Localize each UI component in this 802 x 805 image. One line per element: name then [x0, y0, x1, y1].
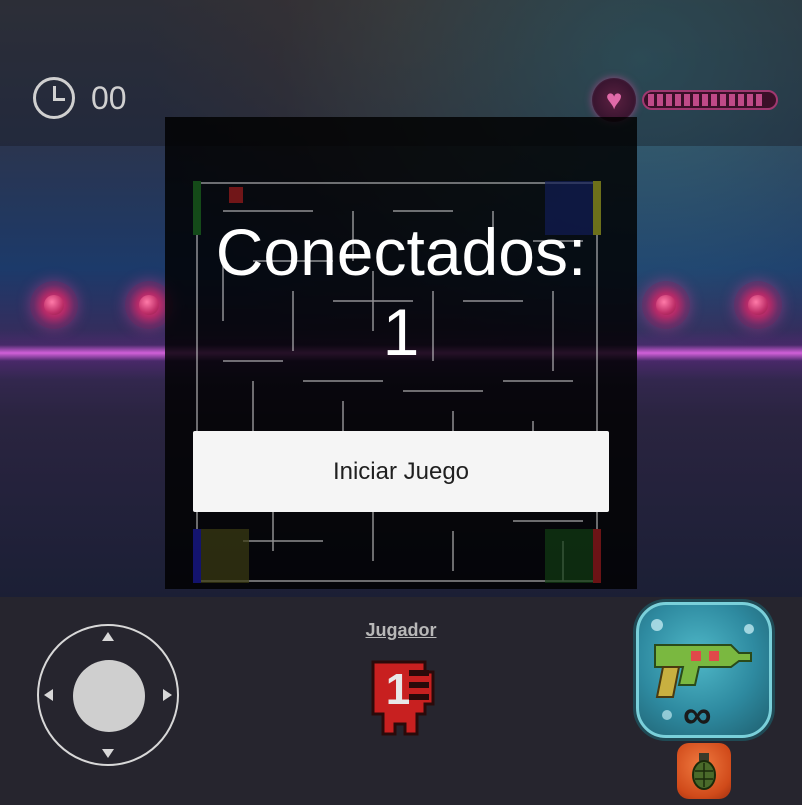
- arrow-down-icon: [102, 749, 114, 758]
- health-display: ♥: [592, 78, 778, 122]
- player-number: 1: [385, 665, 411, 714]
- heart-icon: ♥: [592, 78, 636, 122]
- joystick[interactable]: [37, 624, 179, 766]
- connected-count: Conectados: 1: [215, 215, 587, 369]
- arrow-right-icon: [163, 689, 172, 701]
- orb: [642, 281, 690, 329]
- health-bar: [642, 90, 778, 110]
- start-game-button[interactable]: Iniciar Juego: [193, 431, 609, 512]
- arrow-up-icon: [102, 632, 114, 641]
- grenade-icon: [692, 753, 716, 790]
- arrow-left-icon: [44, 689, 53, 701]
- clock-icon: [33, 77, 75, 119]
- timer-value: 00: [91, 79, 127, 116]
- orb: [734, 281, 782, 329]
- grenade-button[interactable]: [677, 743, 731, 799]
- joystick-knob[interactable]: [73, 660, 145, 732]
- timer: 00: [33, 77, 127, 119]
- player-label: Jugador: [365, 620, 437, 640]
- fire-button[interactable]: ∞: [636, 602, 772, 738]
- orb: [30, 281, 78, 329]
- ammo-count: ∞: [683, 693, 712, 737]
